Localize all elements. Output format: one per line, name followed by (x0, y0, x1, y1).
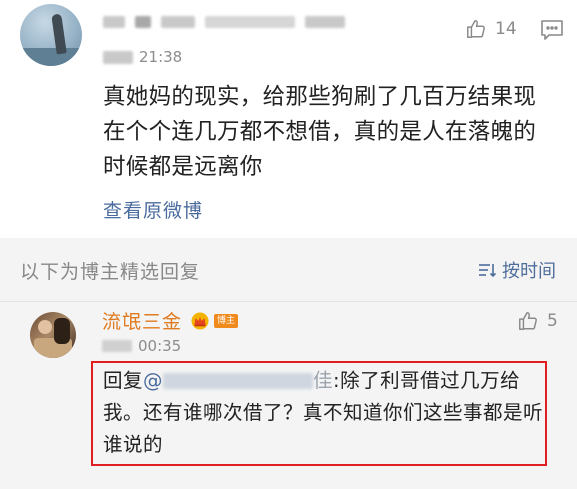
view-original-link[interactable]: 查看原微博 (103, 196, 203, 223)
commenter-avatar[interactable] (20, 4, 82, 66)
reply-time: 00:35 (138, 337, 182, 355)
thumbs-up-icon (467, 20, 485, 38)
reply-like-button[interactable]: 5 (517, 310, 558, 332)
like-count: 14 (495, 19, 517, 39)
comment-icon[interactable] (540, 19, 564, 41)
reply-prefix: 回复 (103, 369, 144, 392)
commenter-name-redacted[interactable] (103, 15, 363, 29)
sort-icon (479, 264, 496, 278)
reply-like-count: 5 (547, 311, 558, 331)
divider (0, 301, 577, 302)
mention-at: @ (143, 369, 164, 392)
selected-replies-section: 以下为博主精选回复 按时间 流氓三金 博主 00:35 5 回复@ 佳:除了利哥… (0, 238, 577, 489)
reply-author-name[interactable]: 流氓三金 (102, 307, 182, 334)
comment-time: 21:38 (139, 48, 183, 66)
mention-redacted (163, 373, 314, 389)
reply-author[interactable]: 流氓三金 博主 (102, 307, 239, 334)
thumbs-up-icon (519, 312, 537, 330)
sort-by-time-button[interactable]: 按时间 (478, 257, 556, 283)
blogger-badge: 博主 (214, 313, 239, 328)
comment-text: 真她妈的现实，给那些狗刷了几百万结果现在个个连几万都不想借，真的是人在落魄的时候… (103, 84, 537, 180)
reply-text: 回复@ 佳:除了利哥借过几万给我。还有谁哪次借了？真不知道你们这些事都是听谁说的 (103, 365, 543, 461)
like-button[interactable]: 14 (465, 18, 517, 40)
sort-label: 按时间 (502, 261, 556, 282)
crown-icon (191, 312, 209, 329)
mention-link[interactable]: @ 佳 (143, 369, 333, 392)
mention-tail: 佳 (313, 369, 334, 392)
comment-timestamp: 21:38 (103, 48, 182, 66)
blogger-avatar[interactable] (30, 312, 76, 358)
reply-timestamp: 00:35 (102, 337, 181, 355)
top-comment: 21:38 14 真她妈的现实，给那些狗刷了几百万结果现在个个连几万都不想借，真… (0, 0, 577, 238)
section-title: 以下为博主精选回复 (20, 261, 201, 283)
